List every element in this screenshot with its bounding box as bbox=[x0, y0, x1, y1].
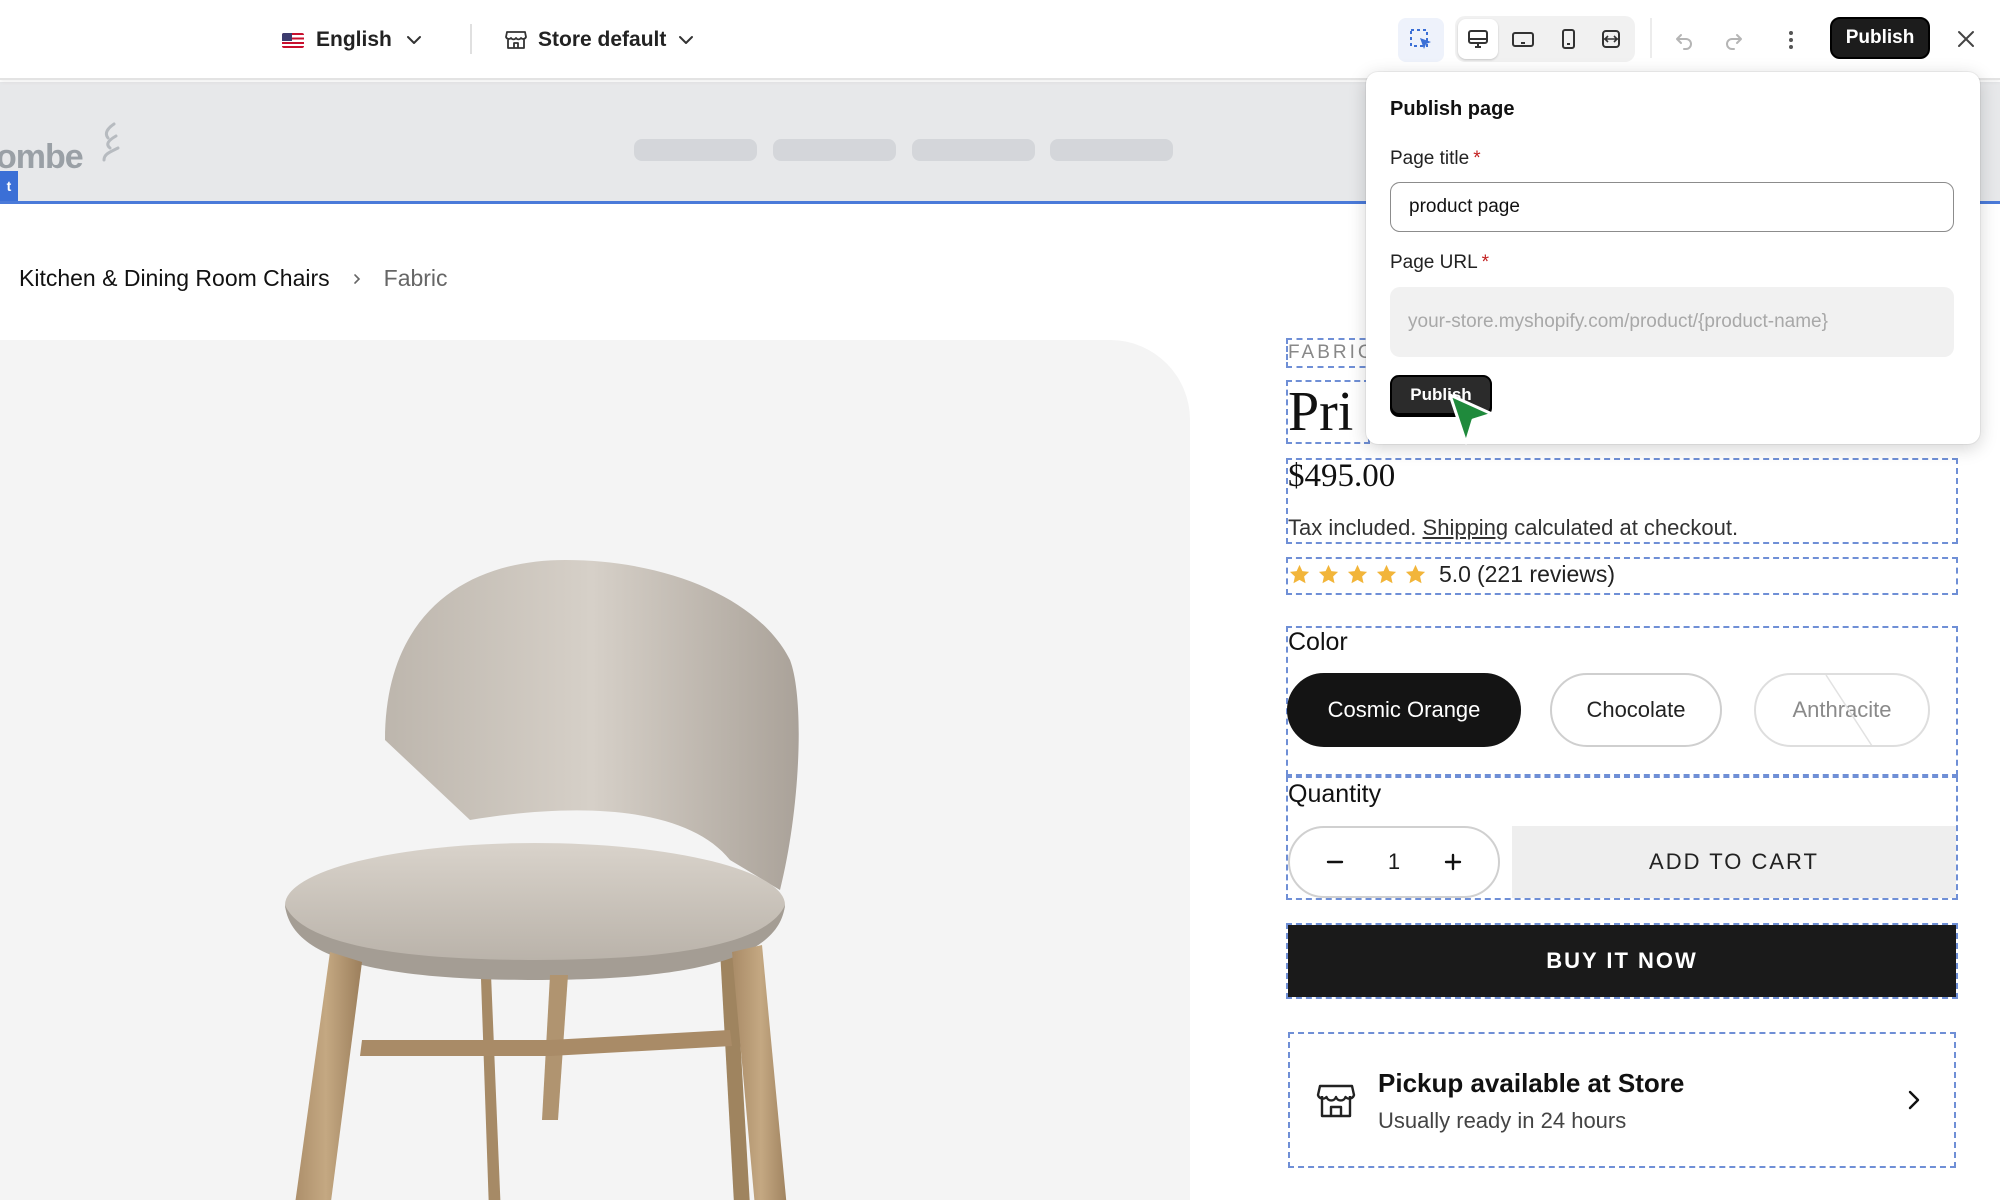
breadcrumb-parent-link[interactable]: Kitchen & Dining Room Chairs bbox=[19, 265, 330, 292]
chevron-down-icon bbox=[679, 36, 694, 44]
nav-placeholder[interactable] bbox=[912, 139, 1035, 161]
color-option-cosmic-orange[interactable]: Cosmic Orange bbox=[1287, 673, 1521, 747]
page-title-label: Page title * bbox=[1390, 148, 1481, 170]
star-icon bbox=[1318, 564, 1339, 584]
fullscreen-preview-button[interactable] bbox=[1591, 19, 1631, 59]
undo-icon bbox=[1676, 34, 1692, 50]
close-icon bbox=[1958, 31, 1974, 47]
publish-page-popover: Publish page Page title* Page URL* Publi… bbox=[1366, 72, 1980, 444]
publish-button[interactable]: Publish bbox=[1830, 17, 1930, 59]
popover-heading: Publish page bbox=[1390, 98, 1515, 120]
page-url-input[interactable] bbox=[1390, 287, 1954, 357]
tablet-landscape-preview-button[interactable] bbox=[1503, 19, 1543, 59]
product-title: Pri bbox=[1288, 381, 1354, 443]
page-url-label-text: Page URL bbox=[1390, 252, 1478, 273]
store-icon bbox=[505, 31, 527, 49]
cursor-select-icon bbox=[1410, 29, 1431, 49]
star-icon bbox=[1347, 564, 1368, 584]
shipping-link[interactable]: Shipping bbox=[1423, 515, 1509, 540]
language-selector[interactable]: English bbox=[282, 22, 424, 58]
product-rating: 5.0 (221 reviews) bbox=[1288, 561, 1615, 588]
minus-icon[interactable] bbox=[1324, 851, 1346, 873]
language-label: English bbox=[316, 28, 392, 51]
color-option-chocolate[interactable]: Chocolate bbox=[1550, 673, 1722, 747]
tablet-landscape-icon bbox=[1512, 32, 1534, 47]
tax-note: Tax included. Shipping calculated at che… bbox=[1288, 515, 1738, 541]
store-label: Store default bbox=[538, 28, 667, 51]
mobile-preview-button[interactable] bbox=[1548, 19, 1588, 59]
toolbar-divider bbox=[1650, 18, 1652, 58]
chair-image bbox=[285, 560, 799, 1200]
required-mark: * bbox=[1481, 252, 1490, 273]
product-price: $495.00 bbox=[1288, 458, 1396, 494]
unavailable-strike-icon bbox=[1825, 675, 1873, 745]
chevron-right-icon bbox=[353, 273, 360, 284]
quantity-label: Quantity bbox=[1288, 780, 1382, 808]
star-icon bbox=[1405, 564, 1426, 584]
add-to-cart-button[interactable]: ADD TO CART bbox=[1512, 826, 1956, 898]
store-selector[interactable]: Store default bbox=[504, 22, 696, 58]
mouse-cursor-icon bbox=[1448, 393, 1494, 445]
color-option-anthracite[interactable]: Anthracite bbox=[1754, 673, 1930, 747]
close-editor-button[interactable] bbox=[1946, 19, 1986, 59]
breadcrumb-current: Fabric bbox=[383, 265, 448, 291]
redo-icon bbox=[1726, 34, 1742, 50]
pickup-availability[interactable]: Pickup available at Store Usually ready … bbox=[1288, 1032, 1956, 1168]
breadcrumb: Kitchen & Dining Room Chairs Fabric bbox=[19, 265, 448, 292]
device-preview-group bbox=[1455, 16, 1635, 62]
chevron-down-icon bbox=[406, 36, 421, 44]
editor-toolbar: English Store default Publish bbox=[0, 0, 2000, 80]
undo-button[interactable] bbox=[1664, 20, 1704, 60]
mobile-icon bbox=[1562, 29, 1575, 49]
full-width-icon bbox=[1602, 30, 1620, 48]
product-image[interactable] bbox=[0, 340, 1190, 1200]
star-icon bbox=[1289, 564, 1310, 584]
review-count[interactable]: (221 reviews) bbox=[1477, 561, 1615, 588]
page-title-label-text: Page title bbox=[1390, 148, 1470, 169]
more-vertical-icon bbox=[1789, 31, 1793, 49]
color-label: Color bbox=[1288, 628, 1348, 656]
buy-now-button[interactable]: BUY IT NOW bbox=[1288, 925, 1956, 997]
required-mark: * bbox=[1473, 148, 1481, 169]
tax-suffix: calculated at checkout. bbox=[1508, 515, 1739, 540]
desktop-icon bbox=[1468, 30, 1488, 48]
pickup-title: Pickup available at Store bbox=[1378, 1068, 1685, 1098]
product-vendor: FABRIC bbox=[1288, 342, 1375, 363]
star-icon bbox=[1376, 564, 1397, 584]
desktop-preview-button[interactable] bbox=[1458, 19, 1498, 59]
nav-placeholder[interactable] bbox=[634, 139, 757, 161]
tax-prefix: Tax included. bbox=[1288, 515, 1423, 540]
rating-value: 5.0 bbox=[1439, 561, 1471, 587]
redo-button[interactable] bbox=[1714, 20, 1754, 60]
section-edge-tag[interactable]: t bbox=[0, 171, 18, 201]
nav-placeholder[interactable] bbox=[773, 139, 896, 161]
nav-placeholder[interactable] bbox=[1050, 139, 1173, 161]
us-flag-icon bbox=[282, 32, 304, 48]
page-title-input[interactable] bbox=[1390, 182, 1954, 232]
quantity-value[interactable]: 1 bbox=[1388, 849, 1400, 875]
more-options-button[interactable] bbox=[1771, 20, 1811, 60]
pickup-subtitle: Usually ready in 24 hours bbox=[1378, 1108, 1627, 1133]
store-icon bbox=[1316, 1084, 1356, 1118]
logo-mark-icon bbox=[102, 122, 120, 162]
chevron-right-icon bbox=[1908, 1090, 1920, 1110]
select-element-button[interactable] bbox=[1398, 18, 1444, 62]
page-url-label: Page URL * bbox=[1390, 252, 1489, 274]
plus-icon[interactable] bbox=[1442, 851, 1464, 873]
quantity-stepper: 1 bbox=[1288, 826, 1500, 898]
toolbar-divider bbox=[470, 24, 472, 54]
